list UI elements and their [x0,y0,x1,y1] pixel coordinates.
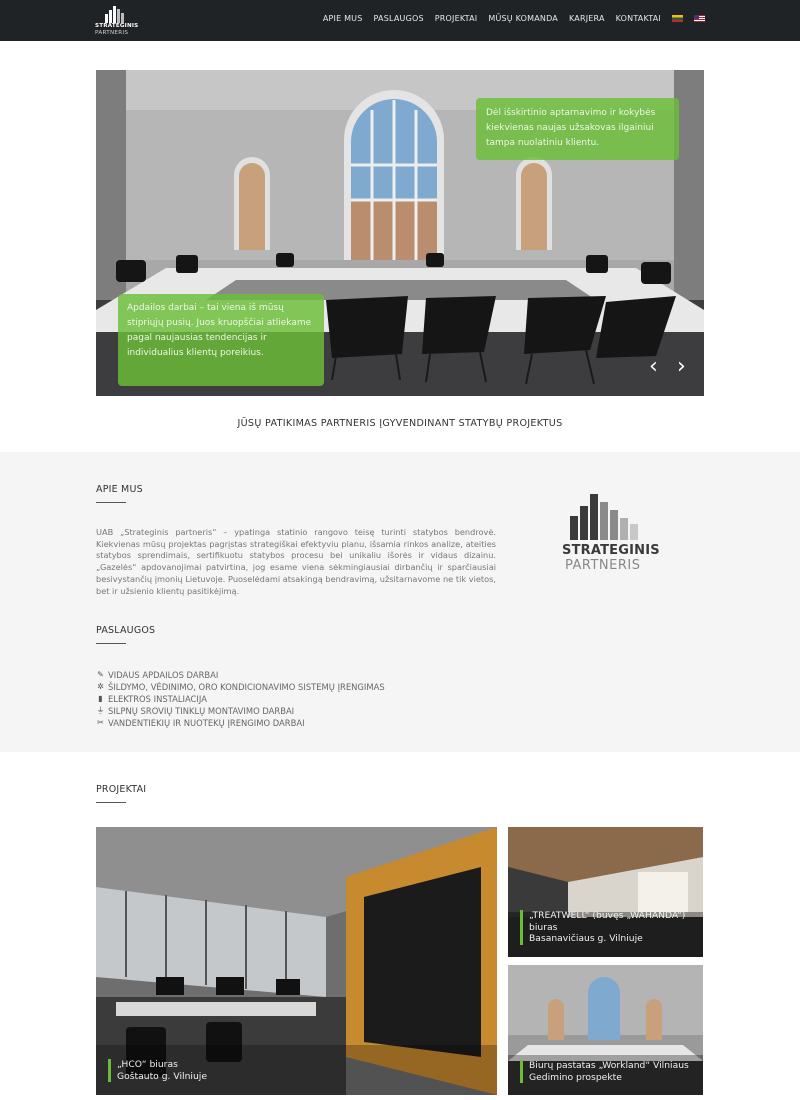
service-item: ✲ ŠILDYMO, VĖDINIMO, ORO KONDICIONAVIMO … [96,681,385,693]
service-label: VIDAUS APDAILOS DARBAI [108,670,219,680]
project-caption-line2: Goštauto g. Vilniuje [117,1070,207,1082]
top-navbar: STRATEGINIS PARTNERIS APIE MUS PASLAUGOS… [0,0,800,41]
logo-text-line1: STRATEGINIS [95,23,139,29]
project-caption: Biurų pastatas „Workland“ Vilniaus Gedim… [520,1060,689,1083]
project-image-hco [96,827,497,1095]
plug-icon: ⏚ [96,706,105,715]
project-caption: „TREATWELL“ (buvęs „WAHANDA“) biuras Bas… [520,910,685,945]
project-tile-workland[interactable]: Biurų pastatas „Workland“ Vilniaus Gedim… [508,965,703,1095]
nav-apie-mus[interactable]: APIE MUS [323,14,363,23]
service-item: ⏚ SILPNŲ SROVIŲ TINKLŲ MONTAVIMO DARBAI [96,705,385,717]
project-caption: „HCO“ biuras Goštauto g. Vilniuje [108,1059,207,1082]
nav-paslaugos[interactable]: PASLAUGOS [374,14,424,23]
service-label: SILPNŲ SROVIŲ TINKLŲ MONTAVIMO DARBAI [108,706,295,716]
about-logo-line2: PARTNERIS [565,558,641,573]
about-title-underline [96,502,126,503]
project-caption-line1: „TREATWELL“ (buvęs „WAHANDA“) [529,910,686,921]
about-section: APIE MUS UAB „Strateginis partneris“ – y… [0,452,800,752]
flag-us-icon[interactable] [694,15,705,22]
tagline: JŪSŲ PATIKIMAS PARTNERIS ĮGYVENDINANT ST… [237,418,563,429]
service-item: ✎ VIDAUS APDAILOS DARBAI [96,669,385,681]
services-list: ✎ VIDAUS APDAILOS DARBAI ✲ ŠILDYMO, VĖDI… [96,669,385,729]
project-tile-treatwell[interactable]: „TREATWELL“ (buvęs „WAHANDA“) biuras Bas… [508,827,703,957]
service-item: ▮ ELEKTROS INSTALIACIJA [96,693,385,705]
service-label: VANDENTIEKIŲ IR NUOTEKŲ ĮRENGIMO DARBAI [108,718,305,728]
nav-musu-komanda[interactable]: MŪSŲ KOMANDA [488,14,558,23]
logo-text-line2: PARTNERIS [95,30,129,36]
about-logo-line1: STRATEGINIS [562,543,660,558]
hero-slider: Dėl išskirtinio aptarnavimo ir kokybės k… [96,70,704,396]
project-caption-line1: „HCO“ biuras [117,1059,178,1070]
fan-icon: ✲ [97,682,104,691]
brush-icon: ✎ [97,670,104,679]
projects-title: PROJEKTAI [96,784,147,795]
battery-icon: ▮ [98,694,103,703]
brand-logo[interactable]: STRATEGINIS PARTNERIS [95,5,139,37]
building-logo-icon [570,494,638,540]
project-caption-line3: Basanavičiaus g. Vilniuje [529,933,643,944]
projects-title-underline [96,802,126,803]
project-caption-line2: Gedimino prospekte [529,1071,622,1083]
services-title-underline [96,643,126,644]
about-company-logo: STRATEGINIS PARTNERIS [562,492,660,573]
services-title: PASLAUGOS [96,625,156,636]
main-menu: APIE MUS PASLAUGOS PROJEKTAI MŪSŲ KOMAND… [323,14,705,23]
slider-prev-icon[interactable]: ‹ [649,356,658,378]
nav-karjera[interactable]: KARJERA [569,14,605,23]
service-label: ŠILDYMO, VĖDINIMO, ORO KONDICIONAVIMO SI… [108,682,385,692]
project-caption-line1: Biurų pastatas „Workland“ Vilniaus [529,1060,689,1071]
building-logo-icon [105,6,124,23]
project-tile-hco[interactable]: „HCO“ biuras Goštauto g. Vilniuje [96,827,497,1095]
about-text: UAB „Strateginis partneris“ – ypatinga s… [96,527,496,596]
service-item: ✂ VANDENTIEKIŲ IR NUOTEKŲ ĮRENGIMO DARBA… [96,717,385,729]
nav-projektai[interactable]: PROJEKTAI [435,14,478,23]
service-label: ELEKTROS INSTALIACIJA [108,694,207,704]
wrench-icon: ✂ [97,718,104,727]
project-caption-line2: biuras [529,921,558,933]
flag-lt-icon[interactable] [672,15,683,22]
hero-caption-bottom: Apdailos darbai – tai viena iš mūsų stip… [118,294,324,386]
about-title: APIE MUS [96,484,143,495]
nav-kontaktai[interactable]: KONTAKTAI [616,14,661,23]
slider-next-icon[interactable]: › [677,356,686,378]
hero-caption-top: Dėl išskirtinio aptarnavimo ir kokybės k… [476,98,679,160]
